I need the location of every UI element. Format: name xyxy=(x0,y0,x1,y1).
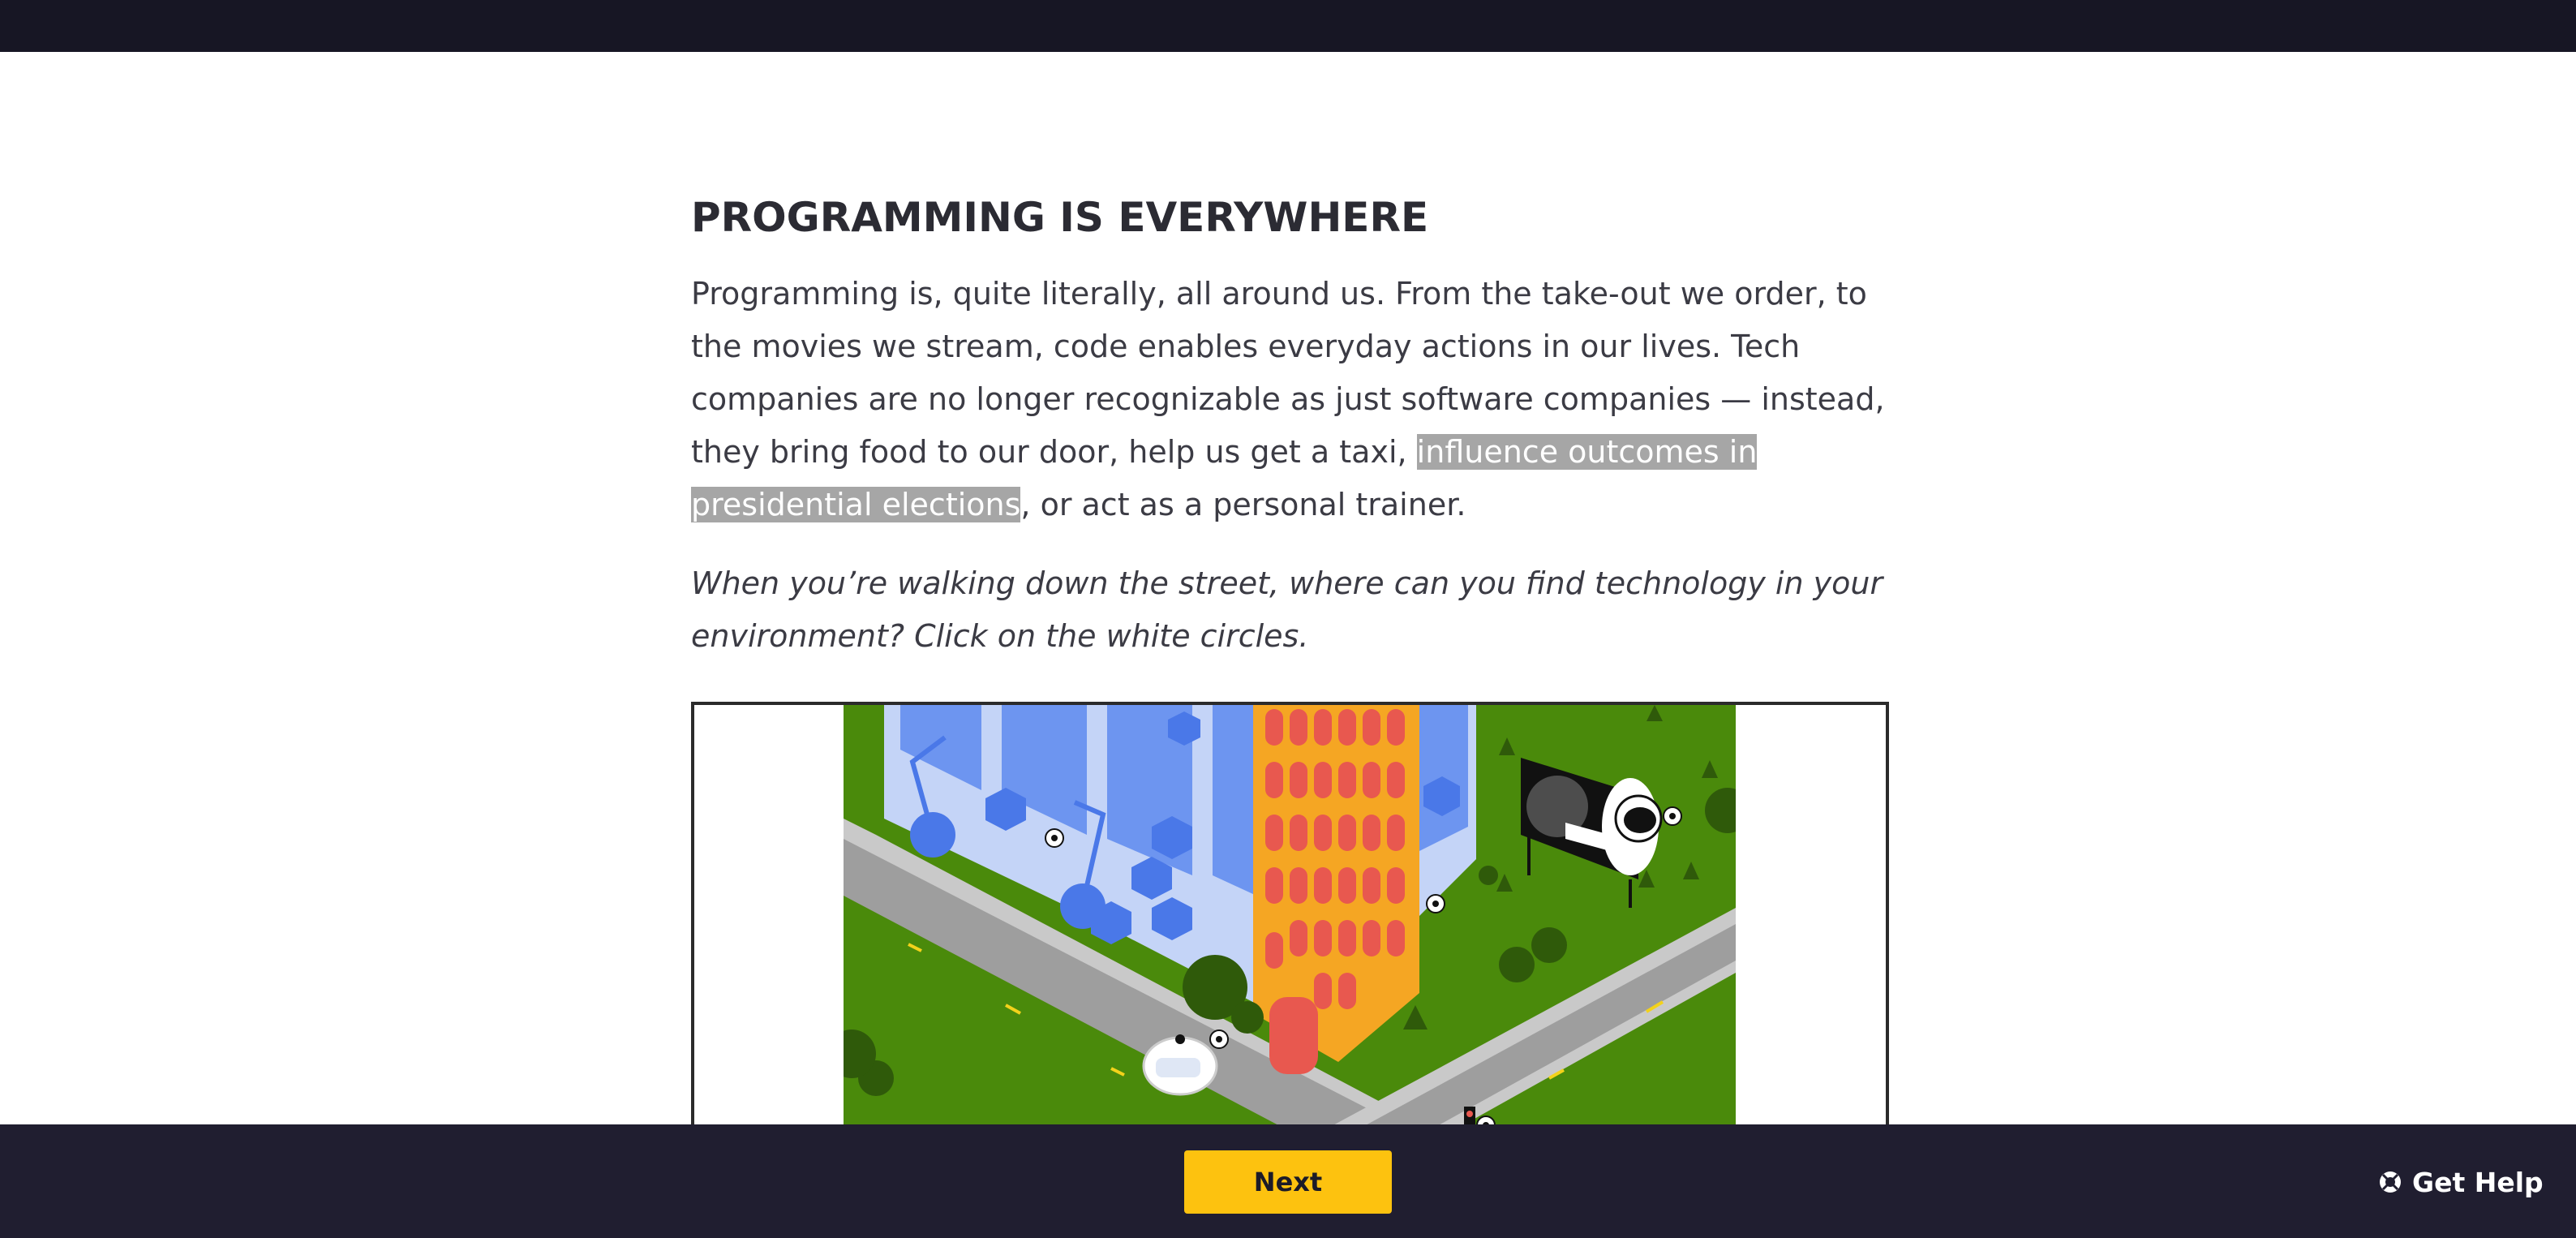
hotspot-robot-arm[interactable] xyxy=(1045,828,1064,848)
hotspot-tower[interactable] xyxy=(1426,894,1445,913)
interactive-illustration-frame xyxy=(691,702,1889,1127)
city-illustration xyxy=(844,705,1736,1127)
next-button[interactable]: Next xyxy=(1184,1150,1392,1214)
activity-prompt: When you’re walking down the street, whe… xyxy=(691,565,1883,654)
intro-text-end: , or act as a personal trainer. xyxy=(1020,487,1466,522)
hotspot-car[interactable] xyxy=(1209,1030,1229,1049)
get-help-label: Get Help xyxy=(2412,1166,2544,1198)
page-title: PROGRAMMING IS EVERYWHERE xyxy=(691,194,1429,241)
lesson-content: PROGRAMMING IS EVERYWHERE Programming is… xyxy=(691,187,1885,663)
get-help-button[interactable]: Get Help xyxy=(2378,1161,2544,1203)
intro-paragraph: Programming is, quite literally, all aro… xyxy=(691,268,1885,531)
lifebuoy-icon xyxy=(2380,1171,2401,1193)
top-nav-bar xyxy=(0,0,2576,52)
hotspot-billboard[interactable] xyxy=(1663,806,1682,826)
